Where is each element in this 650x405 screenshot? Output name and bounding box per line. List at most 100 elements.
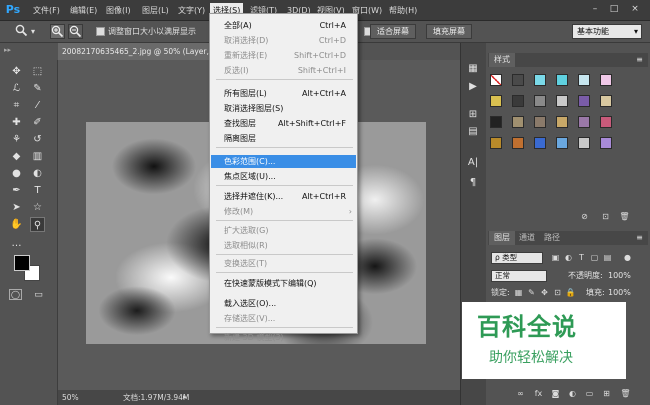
- lock-artboard-icon[interactable]: ⊡: [552, 287, 563, 298]
- clear-style-icon[interactable]: ⊘: [579, 211, 590, 222]
- document-size[interactable]: 文档:1.97M/3.94M: [123, 390, 189, 405]
- select-menu-item[interactable]: 取消选择图层(S): [211, 102, 356, 115]
- filter-pixel-icon[interactable]: ▣: [550, 252, 561, 263]
- minimize-button[interactable]: –: [588, 2, 602, 16]
- select-menu-item[interactable]: 载入选区(O)...: [211, 297, 356, 310]
- character-panel-icon[interactable]: A|: [465, 156, 481, 170]
- menu-file[interactable]: 文件(F): [30, 3, 63, 18]
- fx-icon[interactable]: fx: [533, 388, 544, 399]
- quick-mask-icon[interactable]: ◯: [9, 289, 22, 300]
- zoom-in-icon[interactable]: [50, 24, 65, 39]
- filter-type-icon[interactable]: T: [576, 252, 587, 263]
- style-swatch[interactable]: [578, 116, 590, 128]
- paragraph-panel-icon[interactable]: ¶: [465, 176, 481, 190]
- style-swatch[interactable]: [490, 95, 502, 107]
- zoom-tool-icon[interactable]: [14, 24, 29, 39]
- actions-play-icon[interactable]: ▶: [465, 80, 481, 94]
- select-menu-item[interactable]: 焦点区域(U)...: [211, 170, 356, 183]
- menu-layer[interactable]: 图层(L): [139, 3, 172, 18]
- style-swatch[interactable]: [490, 116, 502, 128]
- style-swatch[interactable]: [534, 137, 546, 149]
- tab-paths[interactable]: 路径: [539, 231, 565, 245]
- opacity-value[interactable]: 100%: [608, 270, 631, 282]
- lock-all-icon[interactable]: 🔒: [565, 287, 576, 298]
- stamp-tool-icon[interactable]: ⚘: [9, 132, 24, 147]
- pen-tool-icon[interactable]: ✒: [9, 183, 24, 198]
- fit-screen-button[interactable]: 适合屏幕: [370, 24, 416, 39]
- style-swatch[interactable]: [556, 95, 568, 107]
- close-button[interactable]: ×: [628, 2, 642, 16]
- style-swatch[interactable]: [490, 74, 502, 86]
- workspace-select[interactable]: 基本功能 ▾: [572, 24, 642, 39]
- document-tab[interactable]: 20082170635465_2.jpg @ 50% (Layer, RG: [58, 43, 213, 60]
- gradient-tool-icon[interactable]: ▥: [30, 149, 45, 164]
- style-swatch[interactable]: [534, 74, 546, 86]
- select-menu-item[interactable]: 在快速蒙版模式下编辑(Q): [211, 277, 356, 290]
- style-swatch[interactable]: [578, 95, 590, 107]
- link-icon[interactable]: ∞: [515, 388, 526, 399]
- layer-filter-select[interactable]: ρ 类型: [491, 252, 543, 264]
- path-select-tool-icon[interactable]: ➤: [9, 200, 24, 215]
- quick-select-tool-icon[interactable]: ✎: [30, 81, 45, 96]
- toolbar-grip[interactable]: ▸▸: [4, 46, 44, 54]
- style-swatch[interactable]: [556, 116, 568, 128]
- brush-tool-icon[interactable]: ✐: [30, 115, 45, 130]
- history-panel-icon[interactable]: ▦: [465, 62, 481, 76]
- tab-styles[interactable]: 样式: [489, 53, 515, 67]
- crop-tool-icon[interactable]: ⌗: [9, 98, 24, 113]
- adjustments-panel-icon[interactable]: ▤: [465, 125, 481, 139]
- tab-channels[interactable]: 通道: [514, 231, 540, 245]
- style-swatch[interactable]: [512, 116, 524, 128]
- style-swatch[interactable]: [600, 74, 612, 86]
- style-swatch[interactable]: [512, 137, 524, 149]
- shape-tool-icon[interactable]: ☆: [30, 200, 45, 215]
- lasso-tool-icon[interactable]: ℒ: [9, 81, 24, 96]
- style-swatch[interactable]: [600, 137, 612, 149]
- adjustment-icon[interactable]: ◐: [567, 388, 578, 399]
- select-menu-item[interactable]: 所有图层(L) Alt+Ctrl+A: [211, 87, 356, 100]
- style-swatch[interactable]: [556, 74, 568, 86]
- screen-mode-icon[interactable]: ▭: [31, 288, 46, 303]
- style-swatch[interactable]: [600, 95, 612, 107]
- blur-tool-icon[interactable]: ●: [9, 166, 24, 181]
- zoom-out-icon[interactable]: [68, 24, 83, 39]
- filter-shape-icon[interactable]: ▢: [589, 252, 600, 263]
- healing-tool-icon[interactable]: ✚: [9, 115, 24, 130]
- zoom-level[interactable]: 50%: [62, 390, 79, 405]
- style-swatch[interactable]: [556, 137, 568, 149]
- select-menu-item[interactable]: 隔离图层: [211, 132, 356, 145]
- delete-style-icon[interactable]: 🗑: [619, 211, 630, 222]
- filter-adjust-icon[interactable]: ◐: [563, 252, 574, 263]
- filter-toggle-icon[interactable]: ●: [622, 252, 633, 263]
- lock-position-icon[interactable]: ✥: [539, 287, 550, 298]
- properties-panel-icon[interactable]: ⊞: [465, 108, 481, 122]
- fill-value[interactable]: 100%: [608, 287, 631, 299]
- history-brush-tool-icon[interactable]: ↺: [30, 132, 45, 147]
- style-swatch[interactable]: [512, 95, 524, 107]
- mask-icon[interactable]: ◙: [550, 388, 561, 399]
- style-swatch[interactable]: [600, 116, 612, 128]
- trash-icon[interactable]: 🗑: [620, 388, 631, 399]
- fill-screen-button[interactable]: 填充屏幕: [426, 24, 472, 39]
- select-menu-item[interactable]: 全部(A) Ctrl+A: [211, 19, 356, 32]
- menu-help[interactable]: 帮助(H): [386, 3, 420, 18]
- style-swatch[interactable]: [578, 137, 590, 149]
- filter-smart-icon[interactable]: ▤: [602, 252, 613, 263]
- lock-image-icon[interactable]: ✎: [526, 287, 537, 298]
- new-style-icon[interactable]: ⊡: [600, 211, 611, 222]
- style-swatch[interactable]: [578, 74, 590, 86]
- folder-icon[interactable]: ▭: [584, 388, 595, 399]
- menu-type[interactable]: 文字(Y): [175, 3, 208, 18]
- move-tool-icon[interactable]: ✥: [9, 64, 24, 79]
- zoom-tool-icon[interactable]: ⚲: [30, 217, 45, 232]
- style-swatch[interactable]: [534, 116, 546, 128]
- maximize-button[interactable]: □: [607, 2, 621, 16]
- layers-panel-menu-icon[interactable]: ≡: [634, 232, 645, 243]
- new-layer-icon[interactable]: ⊞: [601, 388, 612, 399]
- lock-transparent-icon[interactable]: ▦: [513, 287, 524, 298]
- more-tools-icon[interactable]: …: [9, 236, 24, 251]
- menu-image[interactable]: 图像(I): [103, 3, 134, 18]
- marquee-tool-icon[interactable]: ⬚: [30, 64, 45, 79]
- dodge-tool-icon[interactable]: ◐: [30, 166, 45, 181]
- panel-menu-icon[interactable]: ≡: [634, 54, 645, 65]
